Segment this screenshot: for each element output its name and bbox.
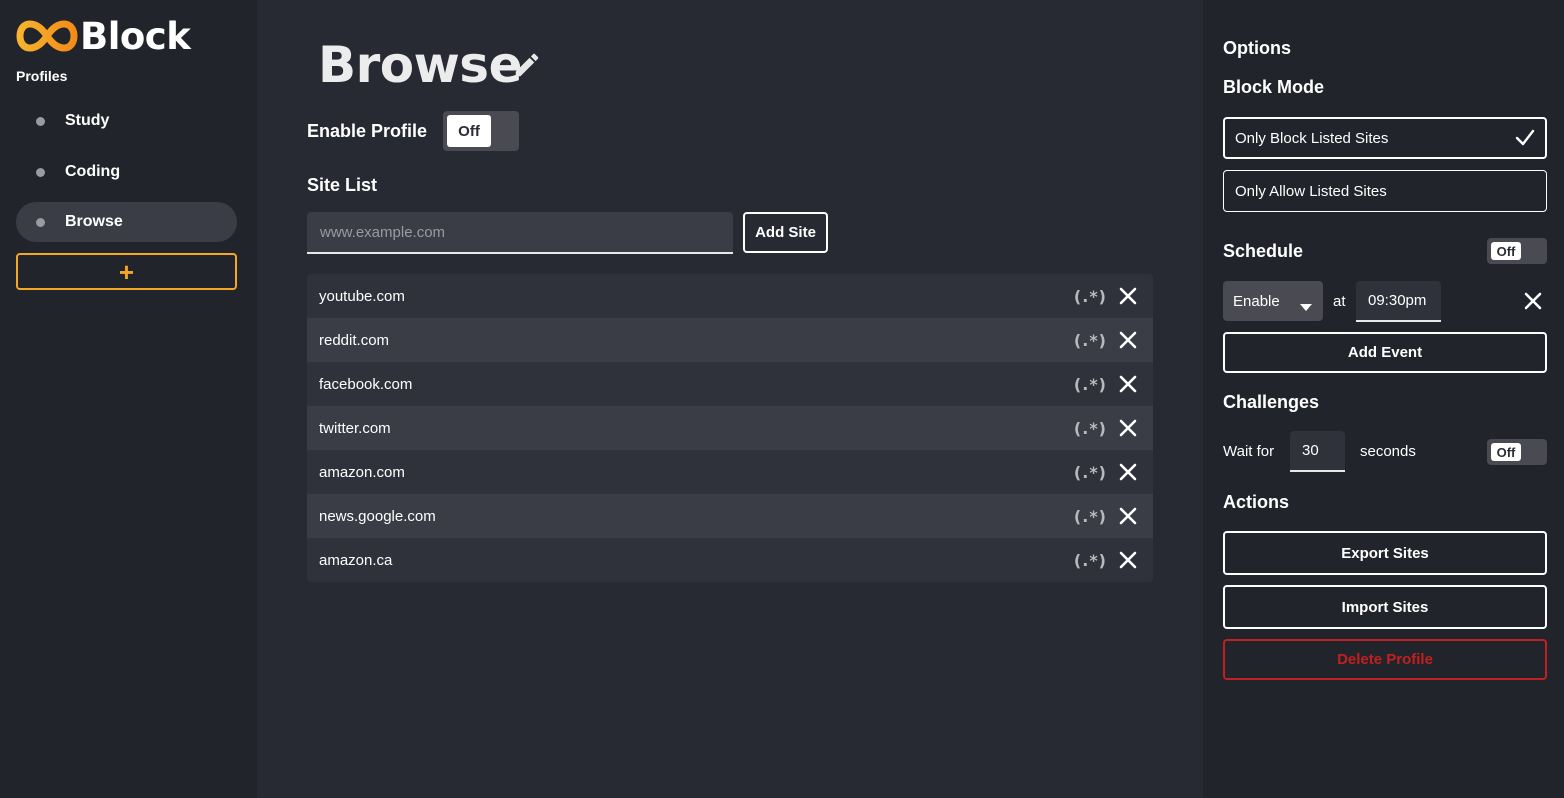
site-name: youtube.com (319, 287, 405, 305)
import-sites-button[interactable]: Import Sites (1223, 585, 1547, 629)
close-icon[interactable] (1119, 287, 1137, 305)
site-list: youtube.com (.*) reddit.com (.*) faceboo… (307, 274, 1153, 582)
toggle-knob: Off (447, 115, 491, 147)
export-sites-label: Export Sites (1341, 544, 1429, 562)
block-mode-heading: Block Mode (1223, 77, 1325, 97)
site-name: news.google.com (319, 507, 436, 525)
site-name: amazon.ca (319, 551, 393, 569)
regex-toggle[interactable]: (.*) (1074, 419, 1107, 438)
delete-profile-label: Delete Profile (1337, 651, 1433, 668)
regex-toggle[interactable]: (.*) (1074, 551, 1107, 570)
site-input[interactable] (307, 212, 733, 254)
options-heading: Options (1223, 38, 1291, 58)
event-time-value: 09:30pm (1368, 292, 1427, 309)
caret-down-icon (1300, 298, 1312, 315)
enable-profile-toggle[interactable]: Off (443, 111, 519, 151)
close-icon[interactable] (1119, 419, 1137, 437)
add-site-button[interactable]: Add Site (743, 212, 828, 253)
event-action-select[interactable]: Enable (1223, 281, 1323, 321)
only-allow-option[interactable]: Only Allow Listed Sites (1223, 170, 1547, 212)
site-row: twitter.com (.*) (307, 406, 1153, 450)
close-icon[interactable] (1119, 551, 1137, 569)
challenge-toggle[interactable]: Off (1487, 439, 1547, 465)
add-event-button[interactable]: Add Event (1223, 332, 1547, 373)
sidebar: Block Profiles Study Coding Browse + (0, 0, 257, 798)
profile-item-study[interactable]: Study (16, 101, 237, 141)
add-event-label: Add Event (1347, 344, 1423, 361)
regex-toggle[interactable]: (.*) (1074, 463, 1107, 482)
close-icon[interactable] (1119, 507, 1137, 525)
profile-label: Coding (65, 163, 121, 180)
wait-for-label: Wait for (1223, 443, 1275, 460)
regex-toggle[interactable]: (.*) (1074, 331, 1107, 350)
app-name: Block (80, 14, 191, 58)
site-row: youtube.com (.*) (307, 274, 1153, 318)
site-row: facebook.com (.*) (307, 362, 1153, 406)
profile-label: Study (65, 112, 110, 129)
enable-profile-label: Enable Profile (307, 121, 428, 141)
close-icon[interactable] (1524, 292, 1542, 310)
import-sites-label: Import Sites (1341, 598, 1429, 616)
infinity-logo-icon (16, 20, 78, 52)
wait-seconds-value: 30 (1302, 442, 1319, 459)
site-list-heading: Site List (307, 175, 378, 195)
edit-pencil-icon[interactable] (512, 50, 542, 85)
event-time-input[interactable]: 09:30pm (1356, 281, 1441, 322)
close-icon[interactable] (1119, 463, 1137, 481)
seconds-label: seconds (1360, 443, 1416, 460)
site-row: reddit.com (.*) (307, 318, 1153, 362)
add-profile-button[interactable]: + (16, 253, 237, 290)
profile-label: Browse (65, 213, 123, 230)
toggle-knob: Off (1491, 443, 1521, 461)
event-action-value: Enable (1233, 292, 1280, 310)
site-row: amazon.ca (.*) (307, 538, 1153, 582)
wait-seconds-input[interactable]: 30 (1290, 431, 1345, 472)
actions-heading: Actions (1223, 492, 1290, 512)
only-allow-label: Only Allow Listed Sites (1235, 182, 1387, 200)
close-icon[interactable] (1119, 331, 1137, 349)
bullet-icon (36, 217, 45, 227)
regex-toggle[interactable]: (.*) (1074, 375, 1107, 394)
app-logo: Block (16, 14, 191, 58)
toggle-knob: Off (1491, 242, 1521, 260)
schedule-toggle[interactable]: Off (1487, 238, 1547, 264)
regex-toggle[interactable]: (.*) (1074, 507, 1107, 526)
profile-item-browse[interactable]: Browse (16, 202, 237, 242)
profiles-heading: Profiles (16, 68, 68, 84)
site-name: amazon.com (319, 463, 405, 481)
at-label: at (1333, 293, 1346, 310)
profile-title: Browse (318, 36, 522, 94)
bullet-icon (36, 116, 45, 126)
profile-item-coding[interactable]: Coding (16, 152, 237, 192)
close-icon[interactable] (1119, 375, 1137, 393)
only-block-label: Only Block Listed Sites (1235, 129, 1389, 147)
delete-profile-button[interactable]: Delete Profile (1223, 639, 1547, 680)
bullet-icon (36, 167, 45, 177)
regex-toggle[interactable]: (.*) (1074, 287, 1107, 306)
challenges-heading: Challenges (1223, 392, 1320, 412)
check-icon (1515, 129, 1535, 151)
only-block-option[interactable]: Only Block Listed Sites (1223, 117, 1547, 159)
schedule-heading: Schedule (1223, 241, 1304, 261)
site-name: facebook.com (319, 375, 413, 393)
site-name: reddit.com (319, 331, 390, 349)
site-row: amazon.com (.*) (307, 450, 1153, 494)
export-sites-button[interactable]: Export Sites (1223, 531, 1547, 575)
plus-icon: + (118, 256, 135, 287)
site-row: news.google.com (.*) (307, 494, 1153, 538)
options-panel: Options Block Mode Only Block Listed Sit… (1203, 0, 1564, 798)
site-name: twitter.com (319, 419, 391, 437)
